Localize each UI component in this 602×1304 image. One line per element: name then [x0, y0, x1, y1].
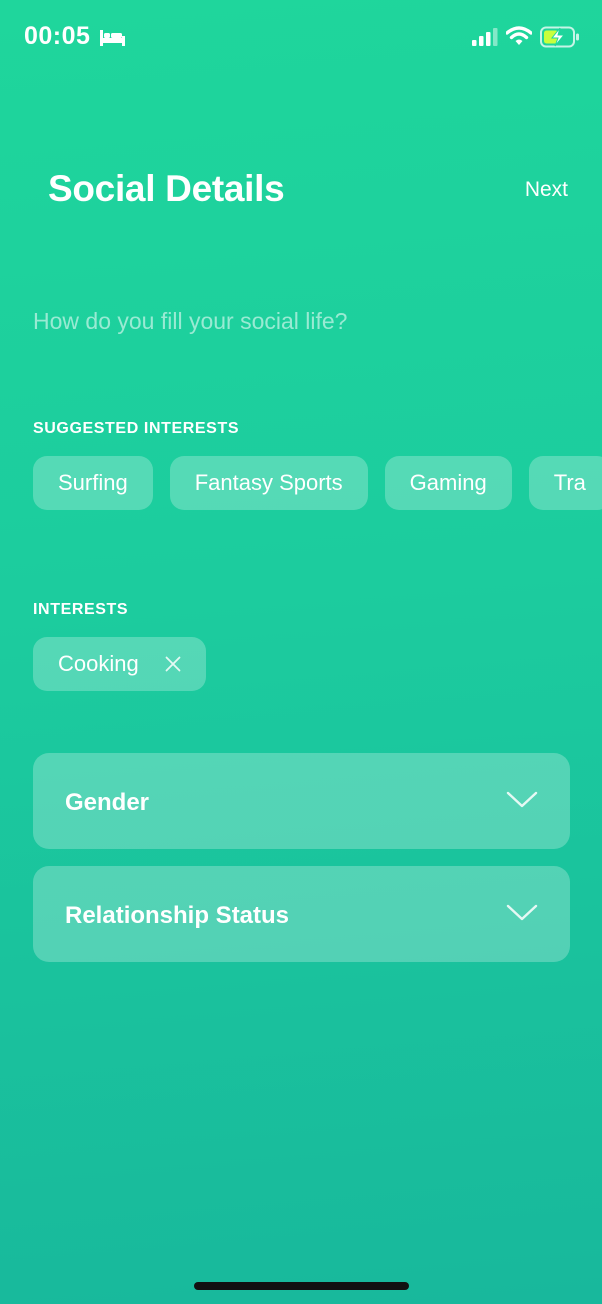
chip-label: Surfing: [58, 470, 128, 495]
suggested-interests-row[interactable]: Surfing Fantasy Sports Gaming Tra: [33, 456, 602, 510]
chevron-down-icon: [506, 904, 538, 921]
interest-chip-cooking[interactable]: Cooking: [33, 637, 206, 691]
next-button[interactable]: Next: [525, 178, 568, 202]
home-indicator[interactable]: [194, 1282, 409, 1290]
gender-dropdown[interactable]: Gender: [33, 753, 570, 849]
social-life-input[interactable]: How do you fill your social life?: [33, 308, 573, 335]
interests-label: INTERESTS: [33, 601, 129, 618]
suggested-interests-label: SUGGESTED INTERESTS: [33, 420, 240, 437]
relationship-status-dropdown[interactable]: Relationship Status: [33, 866, 570, 962]
wifi-icon: [506, 26, 532, 45]
signal-icon: [472, 28, 498, 46]
suggested-chip-surfing[interactable]: Surfing: [33, 456, 153, 510]
chip-label: Cooking: [58, 651, 139, 676]
chip-label: Tra: [553, 470, 586, 495]
relationship-status-label: Relationship Status: [65, 902, 290, 929]
interests-row: Cooking: [33, 637, 206, 691]
gender-label: Gender: [65, 789, 150, 816]
status-time: 00:05: [24, 22, 91, 50]
close-icon[interactable]: [165, 656, 181, 672]
chip-label: Fantasy Sports: [194, 470, 343, 495]
battery-charging-icon: [540, 26, 579, 48]
chip-label: Gaming: [409, 470, 487, 495]
suggested-chip-gaming[interactable]: Gaming: [384, 456, 512, 510]
social-details-screen: 00:05 Social Details Next How do you fil…: [0, 0, 602, 1304]
suggested-chip-partial[interactable]: Tra: [528, 456, 602, 510]
suggested-chip-fantasy-sports[interactable]: Fantasy Sports: [169, 456, 368, 510]
status-bar: 00:05: [0, 0, 602, 76]
page-title: Social Details: [48, 168, 285, 209]
chevron-down-icon: [506, 791, 538, 808]
bed-icon: [100, 30, 125, 46]
